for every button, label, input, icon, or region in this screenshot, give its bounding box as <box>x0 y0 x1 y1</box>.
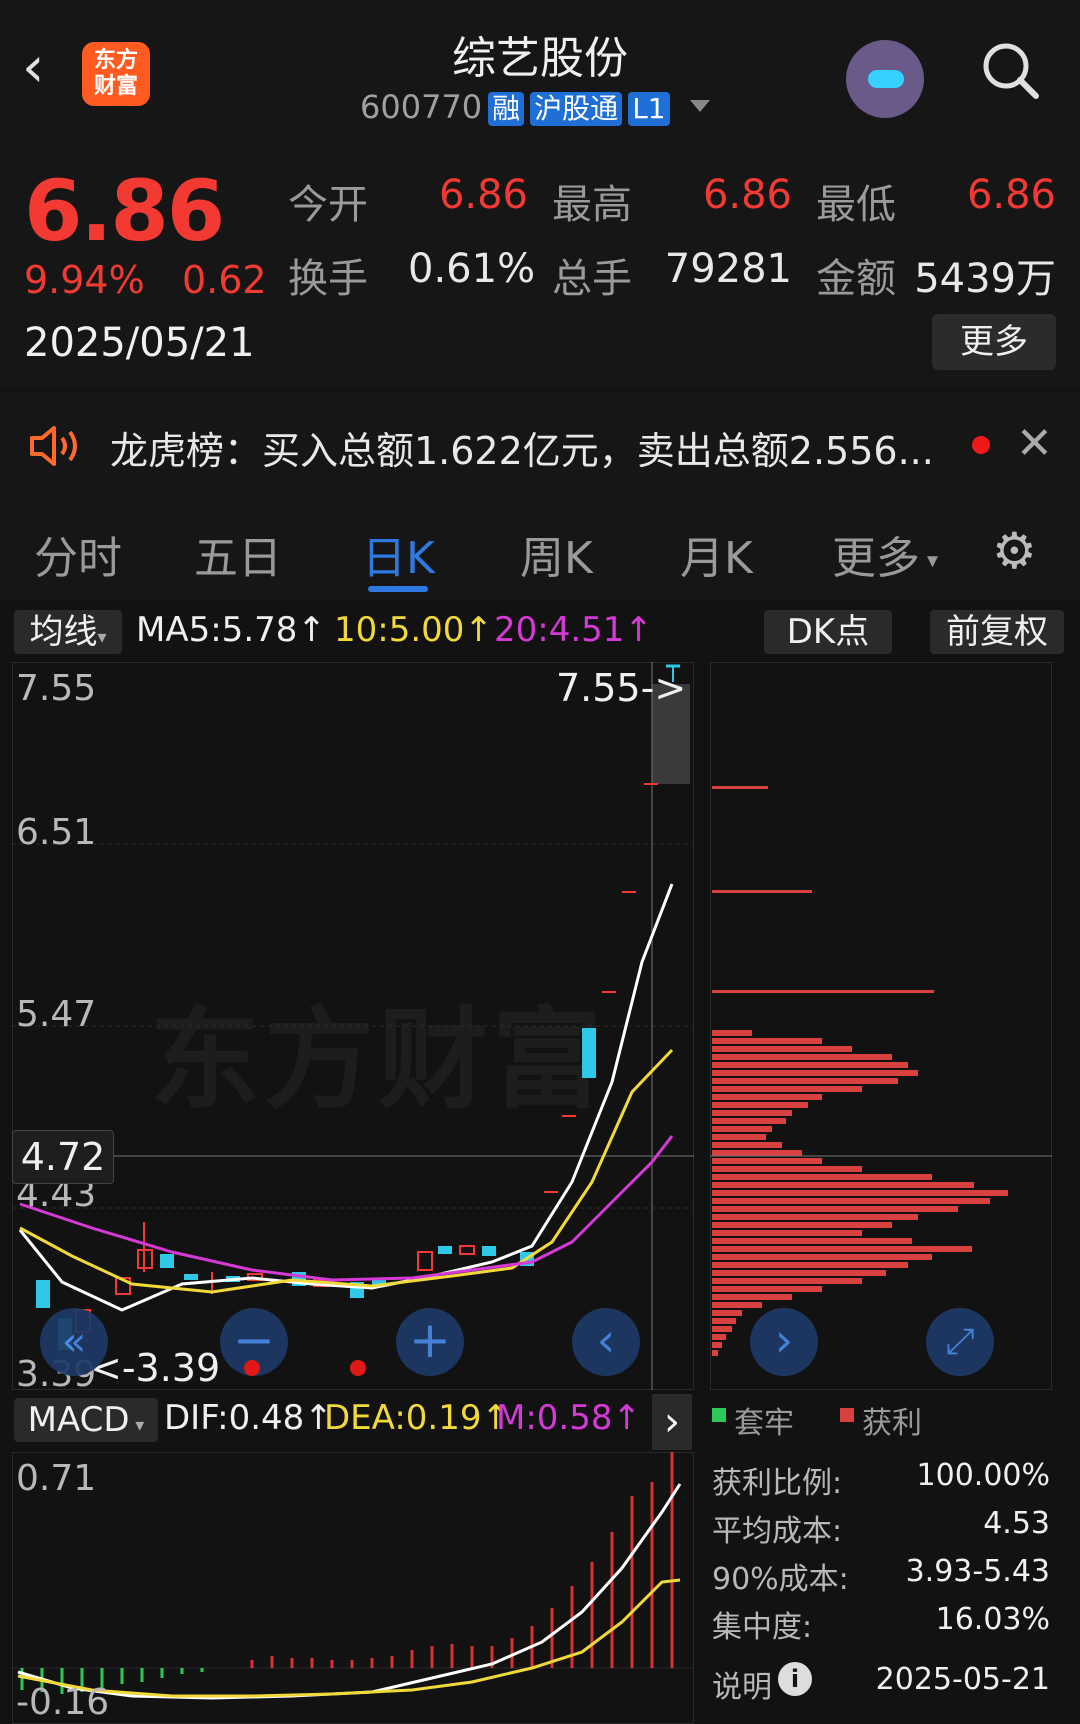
avg-cost-label: 平均成本: <box>712 1514 843 1549</box>
price-adjust-button[interactable]: 前复权 <box>930 610 1064 654</box>
y-label-3: 5.47 <box>16 994 97 1035</box>
tab-weekly-k[interactable]: 周K <box>520 522 593 586</box>
active-tab-indicator <box>368 586 428 592</box>
tag-margin: 融 <box>488 92 525 126</box>
gear-icon[interactable]: ⚙ <box>992 522 1037 580</box>
tab-intraday[interactable]: 分时 <box>34 522 122 586</box>
cost90-value: 3.93-5.43 <box>905 1554 1050 1589</box>
candlestick-svg <box>12 662 694 1390</box>
change-amount: 0.62 <box>182 258 267 302</box>
legend-swatch-profit <box>840 1408 854 1422</box>
cost90-label: 90%成本: <box>712 1562 849 1597</box>
notice-text[interactable]: 龙虎榜：买入总额1.622亿元，卖出总额2.556... <box>110 420 934 475</box>
expand-panel-arrow-icon[interactable]: › <box>652 1394 692 1450</box>
zoom-back-button[interactable]: « <box>40 1308 108 1376</box>
stock-code: 600770 <box>360 88 483 126</box>
chevron-left-icon: ‹ <box>596 1313 616 1367</box>
high-label: 最高 <box>552 182 632 228</box>
indicator-selector-label: 均线 <box>29 612 98 652</box>
tab-more-label: 更多 <box>832 533 920 584</box>
caret-down-icon: ▾ <box>97 627 107 648</box>
signal-dot <box>350 1360 366 1376</box>
y-label-top: 7.55 <box>16 668 97 709</box>
change-percent: 9.94% <box>24 258 145 302</box>
close-icon[interactable]: ✕ <box>1016 418 1053 469</box>
unread-dot <box>972 436 990 454</box>
open-value: 6.86 <box>438 172 528 218</box>
tab-more[interactable]: 更多 ▾ <box>832 522 938 586</box>
max-price-marker: 7.55-> <box>556 666 687 710</box>
volume-label: 总手 <box>552 256 632 302</box>
tag-shanghai-connect: 沪股通 <box>530 92 623 126</box>
macd-dif: DIF:0.48↑ <box>164 1398 333 1438</box>
ma5-value: MA5:5.78↑ <box>136 610 326 650</box>
dropdown-arrow-icon[interactable] <box>690 100 710 112</box>
ma10-value: 10:5.00↑ <box>334 610 493 650</box>
ma5-line <box>18 883 674 1312</box>
stock-code-row[interactable]: 600770 融沪股通 L1 <box>360 88 670 126</box>
crosshair-price: 4.72 <box>12 1130 114 1184</box>
tab-five-day[interactable]: 五日 <box>194 522 282 586</box>
dea-line <box>17 1578 681 1698</box>
caret-down-icon: ▾ <box>920 548 939 574</box>
dk-point-button[interactable]: DK点 <box>764 610 892 654</box>
macd-svg <box>12 1452 694 1700</box>
dif-line <box>17 1483 682 1700</box>
robot-visor <box>868 70 904 88</box>
speaker-icon <box>30 426 77 466</box>
macd-m: M:0.58↑ <box>496 1398 641 1438</box>
caret-down-icon: ▾ <box>129 1415 145 1436</box>
turnover-value: 0.61% <box>408 246 536 292</box>
scroll-left-button[interactable]: ‹ <box>572 1308 640 1376</box>
macd-y-bottom: -0.16 <box>16 1682 110 1723</box>
legend-swatch-trapped <box>712 1408 726 1422</box>
high-value: 6.86 <box>702 172 792 218</box>
candles <box>36 664 680 1350</box>
quote-date: 2025/05/21 <box>24 320 255 366</box>
low-value: 6.86 <box>966 172 1056 218</box>
legend-trapped: 套牢 <box>734 1406 794 1441</box>
ma10-line <box>19 1048 674 1294</box>
zoom-in-button[interactable]: + <box>396 1308 464 1376</box>
chip-distribution-svg <box>710 786 1052 1356</box>
tag-level1: L1 <box>628 92 670 126</box>
search-icon[interactable] <box>980 40 1040 100</box>
ma20-value: 20:4.51↑ <box>494 610 653 650</box>
macd-y-top: 0.71 <box>16 1458 97 1499</box>
profit-ratio-value: 100.00% <box>916 1458 1050 1493</box>
sub-indicator-selector[interactable]: MACD ▾ <box>14 1398 158 1442</box>
macd-dea: DEA:0.19↑ <box>324 1398 510 1438</box>
tab-monthly-k[interactable]: 月K <box>680 522 753 586</box>
amount-value: 5439万 <box>914 256 1056 302</box>
turnover-label: 换手 <box>288 256 368 302</box>
low-label: 最低 <box>816 182 896 228</box>
last-price: 6.86 <box>24 162 225 260</box>
y-label-2: 6.51 <box>16 812 97 853</box>
plus-icon: + <box>409 1311 451 1369</box>
chip-date: 2025-05-21 <box>875 1662 1050 1697</box>
tab-daily-k[interactable]: 日K <box>362 522 435 586</box>
profit-ratio-label: 获利比例: <box>712 1466 843 1501</box>
legend-profit: 获利 <box>862 1406 922 1441</box>
open-label: 今开 <box>288 182 368 228</box>
explain-label[interactable]: 说明 <box>712 1662 772 1706</box>
double-chevron-left-icon: « <box>61 1319 87 1365</box>
indicator-selector[interactable]: 均线▾ <box>14 610 122 654</box>
amount-label: 金额 <box>816 256 896 302</box>
concentration-value: 16.03% <box>935 1602 1050 1637</box>
min-price-marker: <-3.39 <box>90 1346 221 1390</box>
more-quote-button[interactable]: 更多 <box>932 314 1056 370</box>
sub-indicator-selector-label: MACD <box>27 1400 130 1440</box>
avg-cost-value: 4.53 <box>983 1506 1050 1541</box>
volume-value: 79281 <box>664 246 792 292</box>
info-icon[interactable]: i <box>778 1662 812 1696</box>
concentration-label: 集中度: <box>712 1610 813 1645</box>
signal-dot <box>244 1360 260 1376</box>
